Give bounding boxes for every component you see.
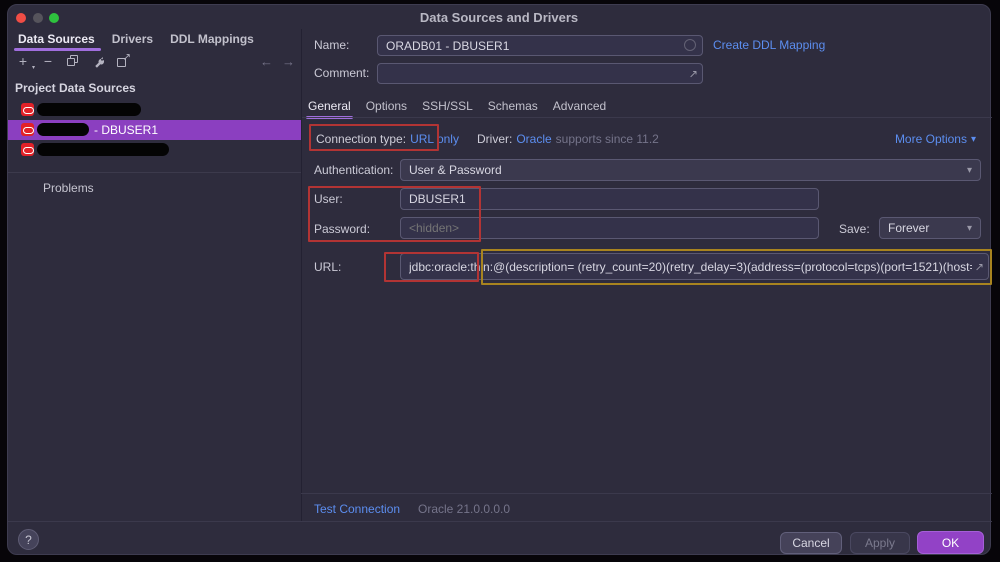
cancel-button[interactable]: Cancel	[780, 532, 842, 554]
password-label: Password:	[314, 222, 370, 236]
tab-schemas[interactable]: Schemas	[488, 99, 538, 113]
remove-icon[interactable]: −	[41, 54, 55, 68]
panel-separator	[301, 29, 302, 521]
driver-name-link[interactable]: Oracle	[516, 132, 551, 146]
data-source-item[interactable]	[8, 140, 301, 160]
user-label: User:	[314, 192, 343, 206]
redacted-name	[37, 123, 89, 136]
refresh-circle-icon	[684, 39, 696, 51]
tab-general[interactable]: General	[308, 99, 351, 113]
data-source-item-selected[interactable]: - DBUSER1	[8, 120, 301, 140]
save-label: Save:	[839, 222, 870, 236]
ok-button[interactable]: OK	[917, 531, 984, 554]
forward-icon[interactable]: →	[282, 54, 295, 69]
password-input[interactable]	[401, 218, 818, 238]
project-data-sources-header: Project Data Sources	[15, 81, 136, 95]
test-connection-separator	[301, 493, 992, 494]
more-options-link[interactable]: More Options ▾	[895, 132, 976, 146]
form-tabs-underline	[302, 117, 992, 118]
open-in-editor-icon[interactable]: ↗	[116, 54, 130, 68]
window-title: Data Sources and Drivers	[8, 10, 990, 25]
oracle-icon	[21, 103, 34, 116]
apply-button: Apply	[850, 532, 910, 554]
chevron-down-icon: ▾	[971, 134, 976, 145]
authentication-dropdown[interactable]: User & Password ▾	[400, 159, 981, 181]
driver-note: supports since 11.2	[556, 132, 659, 146]
create-ddl-mapping-link[interactable]: Create DDL Mapping	[713, 38, 825, 52]
save-dropdown[interactable]: Forever ▾	[879, 217, 981, 239]
url-label: URL:	[314, 260, 341, 274]
url-field: ↗	[400, 253, 989, 280]
wrench-icon[interactable]	[91, 54, 105, 68]
driver-version-text: Oracle 21.0.0.0.0	[418, 502, 510, 516]
add-icon[interactable]: +▾	[16, 54, 30, 68]
data-sources-toolbar: +▾ − ↗ ← →	[8, 51, 301, 71]
comment-input[interactable]	[378, 64, 702, 83]
back-icon[interactable]: ←	[260, 54, 273, 69]
redacted-name	[37, 143, 169, 156]
chevron-down-icon: ▾	[967, 165, 972, 176]
data-sources-and-drivers-dialog: Data Sources and Drivers Data Sources Dr…	[7, 4, 991, 555]
user-input[interactable]	[401, 189, 818, 209]
comment-field: ↗	[377, 63, 703, 84]
help-button[interactable]: ?	[18, 529, 39, 550]
duplicate-icon[interactable]	[66, 54, 80, 68]
driver-label: Driver:	[477, 132, 512, 146]
chevron-down-icon: ▾	[967, 223, 972, 234]
name-input[interactable]	[378, 36, 702, 55]
expand-icon[interactable]: ↗	[689, 67, 698, 80]
redacted-name	[37, 103, 141, 116]
connection-type-value[interactable]: URL only	[410, 132, 459, 146]
comment-label: Comment:	[314, 66, 369, 80]
oracle-icon	[21, 123, 34, 136]
tab-ddl-mappings[interactable]: DDL Mappings	[170, 32, 254, 46]
tab-options[interactable]: Options	[366, 99, 407, 113]
connection-type-row: Connection type: URL only Driver: Oracle…	[316, 132, 659, 146]
name-label: Name:	[314, 38, 349, 52]
authentication-label: Authentication:	[314, 163, 393, 177]
add-caret-icon: ▾	[32, 64, 35, 71]
connection-type-label: Connection type:	[316, 132, 406, 146]
password-field	[400, 217, 819, 239]
left-panel-divider	[8, 172, 301, 173]
footer-separator	[8, 521, 992, 522]
data-source-item[interactable]	[8, 100, 301, 120]
titlebar: Data Sources and Drivers	[8, 5, 990, 29]
data-source-label: - DBUSER1	[94, 120, 158, 140]
tab-drivers[interactable]: Drivers	[112, 32, 153, 46]
problems-node[interactable]: Problems	[43, 181, 94, 195]
name-field	[377, 35, 703, 56]
expand-icon[interactable]: ↗	[975, 260, 984, 273]
tab-ssh-ssl[interactable]: SSH/SSL	[422, 99, 473, 113]
test-connection-link[interactable]: Test Connection	[314, 502, 400, 516]
oracle-icon	[21, 143, 34, 156]
left-panel-tabs: Data Sources Drivers DDL Mappings	[8, 29, 301, 49]
tab-advanced[interactable]: Advanced	[553, 99, 606, 113]
user-field	[400, 188, 819, 210]
tab-data-sources[interactable]: Data Sources	[18, 32, 95, 46]
url-input[interactable]	[401, 254, 988, 279]
form-tabs: General Options SSH/SSL Schemas Advanced	[308, 97, 606, 115]
